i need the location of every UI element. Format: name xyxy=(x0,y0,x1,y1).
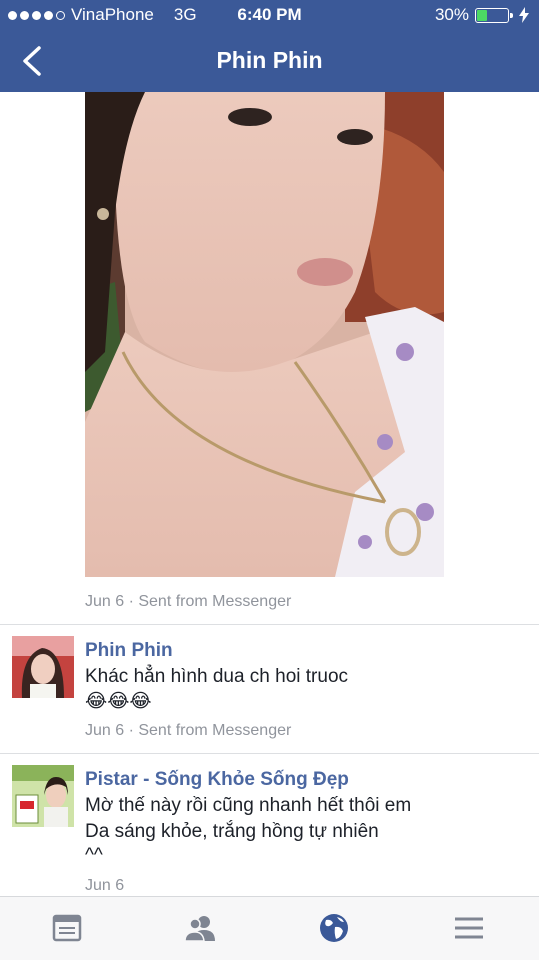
news-feed-icon[interactable] xyxy=(50,911,84,945)
avatar-image xyxy=(12,765,74,827)
battery-level xyxy=(477,9,487,21)
comment-meta: Jun 6 xyxy=(85,877,125,894)
battery-icon xyxy=(475,7,513,23)
comment-author[interactable]: Pistar - Sống Khỏe Sống Đẹp xyxy=(85,769,349,791)
friends-icon[interactable] xyxy=(183,911,217,945)
divider xyxy=(0,753,539,754)
comment-author[interactable]: Phin Phin xyxy=(85,640,173,662)
comment-text-line: Da sáng khỏe, trắng hồng tự nhiên xyxy=(85,821,379,842)
comment-text-line: Mờ thế này rồi cũng nhanh hết thôi em xyxy=(85,795,412,816)
status-bar: VinaPhone 3G 6:40 PM 30% xyxy=(0,0,539,30)
comment-emoji: 😂😂😂 xyxy=(85,691,152,712)
status-right: 30% xyxy=(435,5,529,25)
post-meta: Jun 6 · Sent from Messenger xyxy=(85,593,292,610)
charging-bolt-icon xyxy=(519,7,529,23)
menu-icon[interactable] xyxy=(452,911,486,945)
photo-image xyxy=(85,92,444,577)
post-photo[interactable] xyxy=(85,92,444,577)
comment-meta: Jun 6 · Sent from Messenger xyxy=(85,722,292,739)
battery-percent: 30% xyxy=(434,5,469,24)
avatar-image xyxy=(12,636,74,698)
page-title: Phin Phin xyxy=(216,47,323,73)
divider xyxy=(0,624,539,625)
navigation-bar: Phin Phin xyxy=(0,30,539,92)
avatar[interactable] xyxy=(12,765,74,827)
comment-text: Khác hẳn hình dua ch hoi truoc xyxy=(85,666,349,687)
comment-text-line: ^^ xyxy=(85,845,103,866)
tab-bar xyxy=(0,896,539,960)
avatar[interactable] xyxy=(12,636,74,698)
globe-icon[interactable] xyxy=(317,911,351,945)
